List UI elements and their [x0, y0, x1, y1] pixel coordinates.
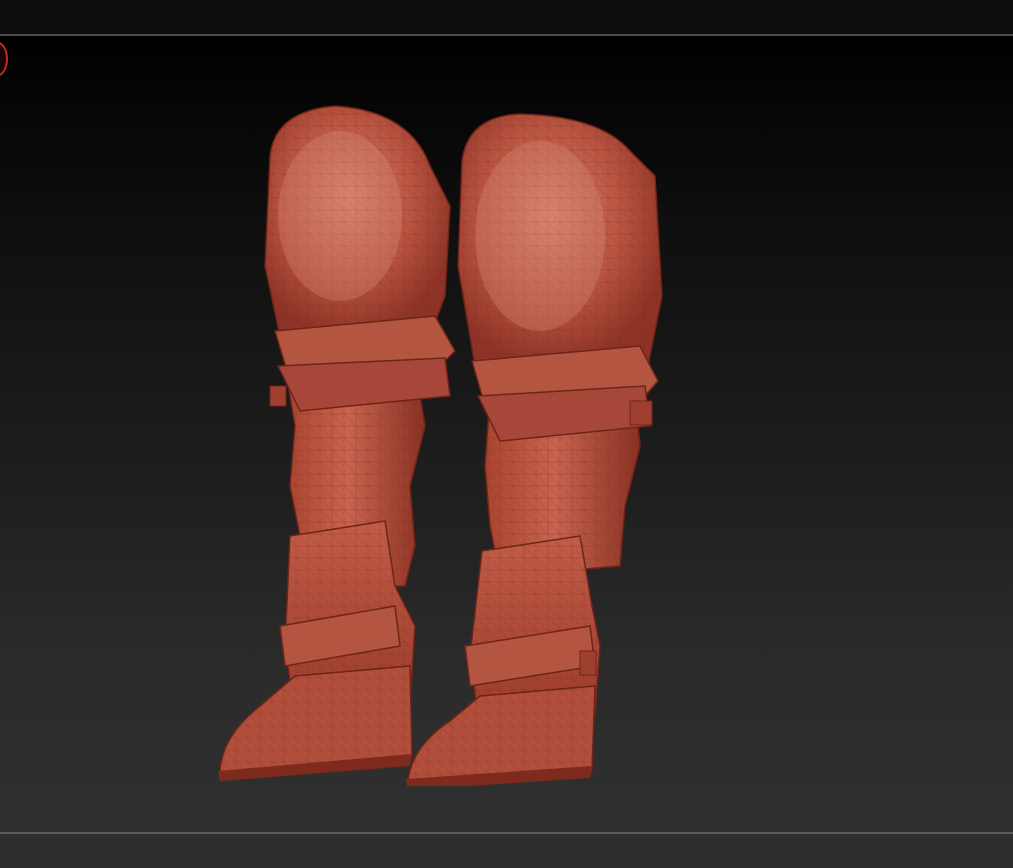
armored-boots-model[interactable] [200, 66, 680, 786]
red-circle-icon[interactable] [0, 42, 8, 76]
3d-viewport[interactable] [0, 36, 1013, 832]
right-boot[interactable] [218, 105, 456, 781]
top-toolbar [0, 0, 1013, 34]
bottom-toolbar [0, 834, 1013, 868]
